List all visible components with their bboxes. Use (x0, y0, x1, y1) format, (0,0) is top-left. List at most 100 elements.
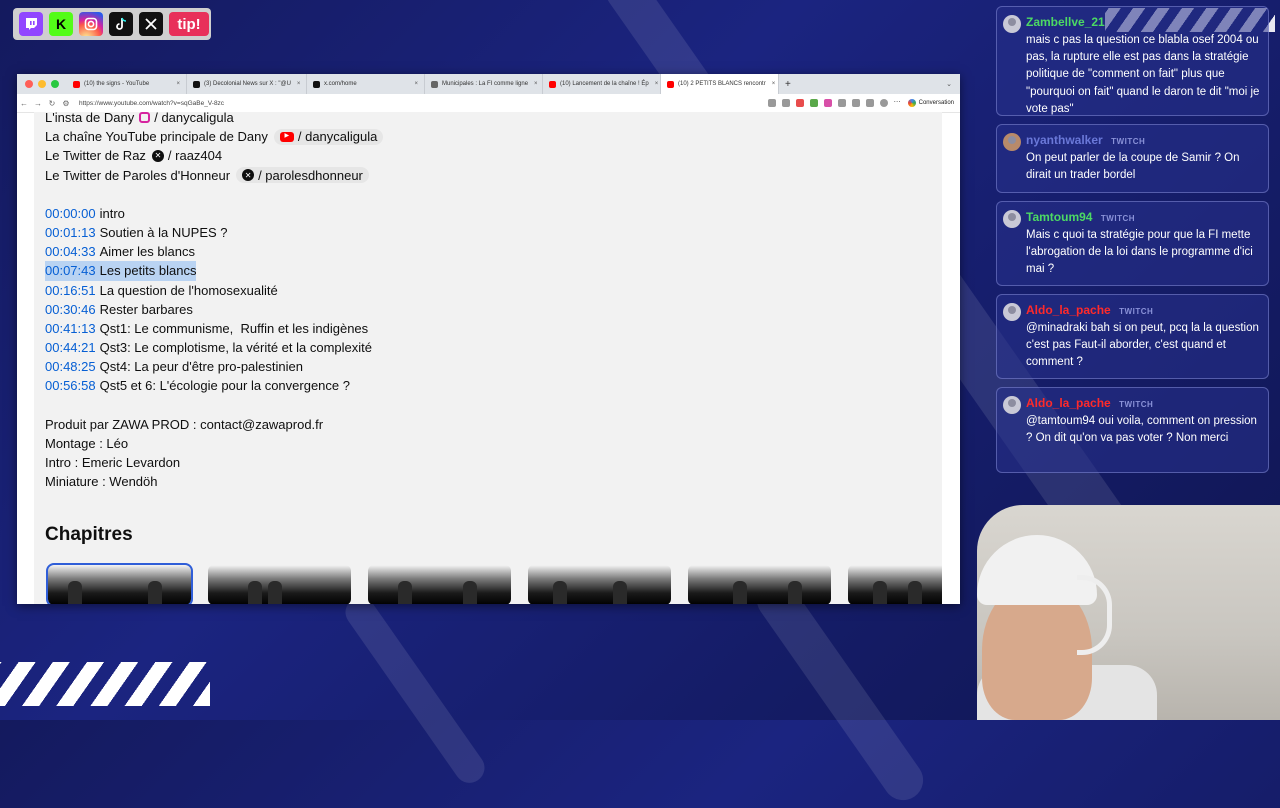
x-icon: ✕ (151, 149, 164, 162)
chapter-label: Les petits blancs (99, 263, 197, 279)
browser-tab[interactable]: (10) the signs - YouTube × (67, 74, 187, 94)
chapter-label: La question de l'homosexualité (99, 282, 278, 298)
chat-text: mais c pas la question ce blabla osef 20… (1026, 34, 1260, 115)
cast-icon[interactable] (767, 99, 776, 107)
chapter-line: 00:48:25 Qst4: La peur d'être pro-palesti… (45, 357, 383, 376)
chat-message: Aldo_la_pache TWITCH @minadraki bah si o… (996, 294, 1269, 379)
browser-tab[interactable]: Municipales : La FI comme ligne × (425, 74, 543, 94)
conversation-button[interactable]: Conversation (907, 99, 954, 107)
credit-line: Miniature : Wendöh (45, 474, 158, 490)
browser-tab[interactable]: x.com/home × (307, 74, 425, 94)
extension-icon[interactable] (809, 99, 818, 107)
extension-icons: ⋯ Conversation (767, 99, 960, 107)
platform-badge: TWITCH (1111, 137, 1146, 146)
chapter-thumbnail[interactable] (848, 565, 942, 604)
chat-message: Zambellve_21 mais c pas la question ce b… (996, 6, 1269, 116)
timestamp-link[interactable]: 00:56:58 (45, 376, 96, 395)
chapter-label: Qst3: Le complotisme, la vérité et la co… (99, 340, 372, 356)
timestamp-link[interactable]: 00:00:00 (45, 204, 96, 223)
tab-title: (10) 2 PETITS BLANCS rencontr (678, 81, 766, 87)
social-link-chip[interactable]: ✕ / parolesdhonneur (236, 167, 369, 184)
close-tab-icon[interactable]: × (291, 81, 301, 87)
puzzle-icon[interactable] (865, 99, 874, 107)
social-link-chip[interactable]: / danycaligula (139, 112, 234, 126)
chapter-label: Qst4: La peur d'être pro-palestinien (99, 359, 303, 375)
timestamp-link[interactable]: 00:30:46 (45, 300, 96, 319)
chapter-thumbnail[interactable] (46, 563, 193, 604)
profile-icon[interactable] (879, 99, 888, 107)
chapter-line: 00:44:21 Qst3: Le complotisme, la vérité … (45, 338, 383, 357)
close-tab-icon[interactable]: × (408, 81, 418, 87)
maximize-window-button[interactable] (51, 80, 59, 88)
tab-favicon (193, 80, 200, 88)
chat-username: Zambellve_21 (1026, 15, 1105, 29)
webcam-feed (977, 505, 1280, 720)
chapter-thumbnail[interactable] (528, 565, 671, 604)
extension-icon[interactable] (823, 99, 832, 107)
link-line: Le Twitter de Paroles d'Honneur ✕ / paro… (45, 166, 383, 185)
chat-text: @tamtoum94 oui voila, comment on pressio… (1026, 415, 1257, 445)
minimize-window-button[interactable] (38, 80, 46, 88)
link-text: Le Twitter de Paroles d'Honneur (45, 167, 231, 183)
link-handle: / parolesdhonneur (258, 167, 363, 183)
social-link-chip[interactable]: ▶ / danycaligula (273, 128, 384, 145)
chapter-thumbnail[interactable] (208, 565, 351, 604)
timestamp-link[interactable]: 00:01:13 (45, 223, 96, 242)
chat-text: On peut parler de la coupe de Samir ? On… (1026, 152, 1240, 182)
extension-icon[interactable] (851, 99, 860, 107)
timestamp-link[interactable]: 00:48:25 (45, 357, 96, 376)
chapter-thumbnail[interactable] (688, 565, 831, 604)
browser-window: (10) the signs - YouTube × (3) Decolonia… (17, 74, 960, 604)
chapter-line-highlighted: 00:07:43 Les petits blancs (45, 261, 383, 281)
chat-username: Aldo_la_pache (1026, 396, 1111, 410)
credit-line: Intro : Emeric Levardon (45, 455, 181, 470)
background-streak (749, 572, 931, 808)
link-text: La chaîne YouTube principale de Dany (45, 129, 268, 145)
url-field[interactable]: https://www.youtube.com/watch?v=sqGaBe_V… (79, 100, 224, 107)
chapter-line: 00:56:58 Qst5 et 6: L'écologie pour la co… (45, 376, 383, 395)
close-tab-icon[interactable]: × (649, 81, 659, 87)
close-window-button[interactable] (25, 80, 33, 88)
link-text: Le Twitter de Raz (45, 148, 146, 164)
forward-arrow-icon[interactable]: → (31, 99, 45, 108)
browser-tab-active[interactable]: (10) 2 PETITS BLANCS rencontr × (661, 74, 779, 94)
timestamp-link[interactable]: 00:07:43 (45, 261, 96, 280)
browser-tab[interactable]: (10) Lancement de la chaîne ! Ép × (543, 74, 661, 94)
back-arrow-icon[interactable]: ← (17, 99, 31, 108)
timestamp-link[interactable]: 00:16:51 (45, 281, 96, 300)
tab-favicon (73, 80, 80, 88)
description-text: L'insta de Dany / danycaligula La chaîne… (45, 112, 384, 491)
chat-message: Aldo_la_pache TWITCH @tamtoum94 oui voil… (996, 387, 1269, 473)
assistant-icon (907, 99, 916, 107)
platform-badge: TWITCH (1100, 214, 1136, 223)
site-info-icon[interactable]: ⚙ (59, 99, 73, 108)
address-bar: ← → ↻ ⚙ https://www.youtube.com/watch?v=… (17, 94, 960, 113)
timestamp-link[interactable]: 00:41:13 (45, 319, 96, 338)
social-link-chip[interactable]: ✕ / raaz404 (151, 148, 222, 164)
link-line: La chaîne YouTube principale de Dany ▶ /… (45, 127, 384, 146)
bookmark-star-icon[interactable] (781, 99, 790, 107)
timestamp-link[interactable]: 00:44:21 (45, 338, 96, 357)
new-tab-button[interactable]: + (779, 74, 797, 94)
tab-title: (3) Decolonial News sur X : "@U (204, 81, 291, 87)
chapter-label: Aimer les blancs (99, 244, 195, 260)
reload-icon[interactable]: ↻ (45, 99, 59, 108)
menu-icon[interactable]: ⋯ (894, 99, 902, 107)
close-tab-icon[interactable]: × (766, 81, 776, 87)
chat-message: Tamtoum94 TWITCH Mais c quoi ta stratégi… (996, 201, 1269, 286)
youtube-icon: ▶ (279, 131, 294, 142)
credit-line: Produit par ZAWA PROD : contact@zawaprod… (45, 416, 324, 432)
chapter-label: Soutien à la NUPES ? (99, 224, 228, 240)
close-tab-icon[interactable]: × (170, 81, 180, 87)
tab-title: (10) the signs - YouTube (84, 81, 150, 87)
close-tab-icon[interactable]: × (528, 81, 538, 87)
chapter-line: 00:00:00 intro (45, 204, 383, 223)
extension-icon[interactable] (795, 99, 804, 107)
tab-list-chevron-icon[interactable]: ⌄ (946, 80, 960, 88)
browser-tab[interactable]: (3) Decolonial News sur X : "@U × (187, 74, 307, 94)
timestamp-link[interactable]: 00:04:33 (45, 242, 96, 261)
chapter-thumbnail[interactable] (368, 565, 511, 604)
chapter-label: Qst5 et 6: L'écologie pour la convergenc… (99, 378, 350, 394)
extension-icon[interactable] (837, 99, 846, 107)
chapter-label: intro (99, 205, 125, 221)
